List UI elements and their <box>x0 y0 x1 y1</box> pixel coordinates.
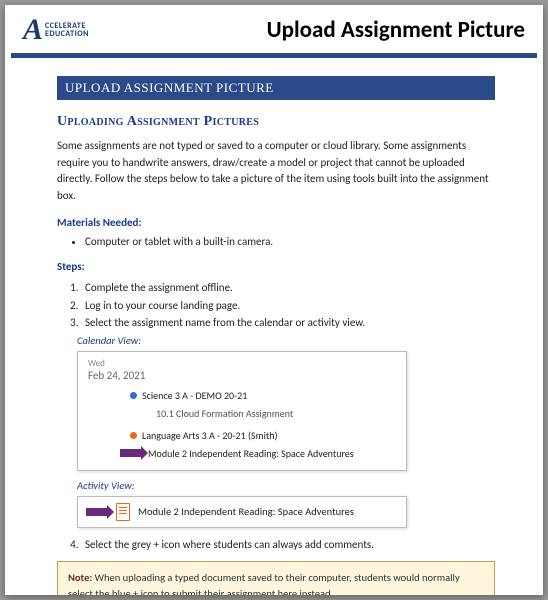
banner-heading: UPLOAD ASSIGNMENT PICTURE <box>57 76 495 100</box>
step-1: Complete the assignment offline. <box>81 279 495 297</box>
note-label: Note: <box>68 571 92 584</box>
materials-heading: Materials Needed: <box>57 216 495 229</box>
materials-list: Computer or tablet with a built-in camer… <box>57 235 495 248</box>
logo-letter: A <box>23 13 43 47</box>
activity-view-label: Activity View: <box>77 479 495 492</box>
calendar-assignment2: Module 2 Independent Reading: Space Adve… <box>148 447 354 460</box>
content: UPLOAD ASSIGNMENT PICTURE Uploading Assi… <box>5 58 543 595</box>
header: A CCELERATE EDUCATION Upload Assignment … <box>5 5 543 53</box>
step-2: Log in to your course landing page. <box>81 297 495 315</box>
calendar-course2: Language Arts 3 A - 20-21 (Smith) <box>142 429 278 442</box>
activity-title: Module 2 Independent Reading: Space Adve… <box>138 505 354 518</box>
calendar-day: Wed <box>88 358 396 369</box>
logo: A CCELERATE EDUCATION <box>23 13 89 47</box>
calendar-course-row: Science 3 A - DEMO 20-21 <box>88 386 396 405</box>
calendar-date: Feb 24, 2021 <box>88 369 396 382</box>
calendar-view-label: Calendar View: <box>77 334 495 347</box>
note-box: Note: When uploading a typed document sa… <box>57 561 495 595</box>
steps-list-continued: Select the grey + icon where students ca… <box>57 536 495 554</box>
calendar-arrow-row: Module 2 Independent Reading: Space Adve… <box>88 447 396 460</box>
dot-icon-orange <box>130 432 137 439</box>
calendar-assignment1: 10.1 Cloud Formation Assignment <box>88 407 396 420</box>
calendar-view-box: Wed Feb 24, 2021 Science 3 A - DEMO 20-2… <box>77 351 407 471</box>
activity-view-box: Module 2 Independent Reading: Space Adve… <box>77 496 407 528</box>
arrow-icon <box>86 508 108 516</box>
document-page: A CCELERATE EDUCATION Upload Assignment … <box>5 5 543 595</box>
step-4: Select the grey + icon where students ca… <box>81 536 495 554</box>
step-3: Select the assignment name from the cale… <box>81 314 495 332</box>
steps-heading: Steps: <box>57 260 495 273</box>
materials-item: Computer or tablet with a built-in camer… <box>85 235 495 248</box>
page-title: Upload Assignment Picture <box>267 16 525 44</box>
calendar-course-row: Language Arts 3 A - 20-21 (Smith) <box>88 426 396 445</box>
note-text: When uploading a typed document saved to… <box>68 571 460 595</box>
arrow-icon <box>120 449 142 457</box>
logo-text-block: CCELERATE EDUCATION <box>45 22 89 38</box>
section-title: Uploading Assignment Pictures <box>57 114 495 130</box>
steps-list: Complete the assignment offline. Log in … <box>57 279 495 332</box>
dot-icon-blue <box>130 392 137 399</box>
logo-line2: EDUCATION <box>45 30 89 38</box>
document-icon <box>116 503 130 521</box>
intro-paragraph: Some assignments are not typed or saved … <box>57 138 495 204</box>
calendar-course1: Science 3 A - DEMO 20-21 <box>142 389 247 402</box>
